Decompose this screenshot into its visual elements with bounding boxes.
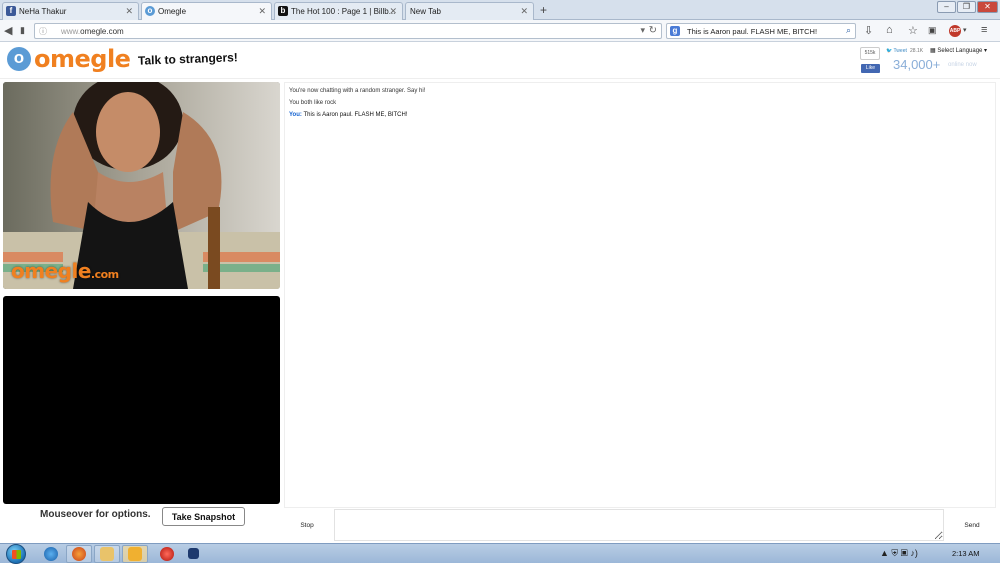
opera-icon[interactable] [160,547,174,561]
system-tray[interactable]: ▲ ⛨ ▣ ♪) [880,548,918,559]
online-count: 34,000+ [893,57,941,72]
bookmark-star-icon[interactable]: ☆ [908,24,918,37]
message-author: You: [289,112,302,118]
tweet-label: Tweet [893,48,907,54]
minimize-icon[interactable]: – [937,1,956,13]
window-controls: – ❐ ✕ [937,1,998,13]
omegle-icon: o [145,6,155,16]
search-icon[interactable]: ⌕ [846,25,851,36]
tab-title: The Hot 100 : Page 1 | Billb... [291,7,396,16]
page-info-icon[interactable]: ⓘ [39,26,47,37]
tab-new-tab[interactable]: New Tab ✕ [405,2,534,20]
chat-log: You're now chatting with a random strang… [284,82,996,508]
tab-hot-100[interactable]: b The Hot 100 : Page 1 | Billb... ✕ [274,2,403,20]
send-button[interactable]: Send [948,509,996,541]
browser-tab-strip: f NeHa Thakur ✕ o Omegle ✕ b The Hot 100… [0,0,1000,20]
bookmarks-menu-icon[interactable]: ▣ [928,25,937,36]
internet-explorer-icon[interactable] [44,547,58,561]
google-icon[interactable]: g [670,26,680,36]
photoshop-icon[interactable] [188,548,199,559]
windows-logo-icon [12,550,21,559]
watermark-tld: .com [90,268,119,281]
taskbar-media[interactable] [122,545,148,563]
online-label: online now [948,62,977,68]
close-tab-icon[interactable]: ✕ [258,6,266,17]
message-text: This is Aaron paul. FLASH ME, BITCH! [303,112,408,118]
new-tab-icon[interactable]: + [540,3,547,17]
close-tab-icon[interactable]: ✕ [389,6,397,17]
omegle-watermark: omegle.com [11,259,119,283]
reload-icon[interactable]: ↻ [649,25,657,36]
adblock-icon[interactable]: ABP [949,25,961,37]
back-icon[interactable]: ◀ [4,24,12,37]
stranger-video[interactable]: omegle.com [3,82,280,289]
url-prefix: www. [61,27,81,36]
folder-icon [100,547,114,561]
clock[interactable]: 2:13 AM [952,549,980,558]
watermark-word: omegle [11,259,91,283]
menu-icon[interactable]: ≡ [981,24,987,36]
windows-taskbar: ▲ ⛨ ▣ ♪) 2:13 AM [0,543,1000,564]
start-button[interactable] [6,544,26,564]
maximize-icon[interactable]: ❐ [957,1,976,13]
search-bar[interactable]: g This is Aaron paul. FLASH ME, BITCH! ⌕ [666,23,856,39]
tab-omegle[interactable]: o Omegle ✕ [141,2,272,20]
language-selector[interactable]: ▦ Select Language ▾ [930,47,987,54]
stop-button[interactable]: Stop [284,509,330,541]
omegle-logo-text[interactable]: omegle [34,45,131,73]
language-label: Select Language [937,48,983,54]
mouseover-hint: Mouseover for options. [40,509,151,520]
chat-input[interactable] [334,509,944,541]
browser-nav-bar: ◀ ▮ ⓘ www.omegle.com ▾ ↻ g This is Aaron… [0,20,1000,42]
facebook-icon: f [6,6,16,16]
omegle-logo-icon[interactable]: o [7,47,31,71]
chat-controls: Stop Send [284,509,996,543]
firefox-icon [72,547,86,561]
status-message: You both like rock [289,100,337,106]
url-bar[interactable]: ⓘ www.omegle.com ▾ ↻ [34,23,662,39]
url-dropdown-icon[interactable]: ▾ [640,25,645,36]
tab-title: New Tab [410,7,441,16]
url-domain: omegle.com [80,27,124,36]
media-player-icon [128,547,142,561]
omegle-header: o omegle Talk to strangers! 515k Like 🐦 … [0,43,1000,79]
tab-title: Omegle [158,7,187,16]
tweet-count: 28.1K [910,48,924,54]
facebook-like-button[interactable]: Like [861,64,880,73]
search-text: This is Aaron paul. FLASH ME, BITCH! [687,27,818,36]
self-video[interactable] [3,296,280,504]
tab-title: NeHa Thakur [19,7,67,16]
tab-neha-thakur[interactable]: f NeHa Thakur ✕ [2,2,139,20]
close-window-icon[interactable]: ✕ [977,1,998,13]
facebook-like-count: 515k [860,47,880,60]
downloads-icon[interactable]: ⇩ [864,24,873,37]
home-icon[interactable]: ⌂ [886,24,893,36]
adblock-dropdown-icon[interactable]: ▾ [963,26,967,34]
tagline: Talk to strangers! [137,50,239,68]
close-tab-icon[interactable]: ✕ [520,6,528,17]
take-snapshot-button[interactable]: Take Snapshot [162,507,245,526]
billboard-icon: b [278,6,288,16]
taskbar-firefox[interactable] [66,545,92,563]
taskbar-explorer[interactable] [94,545,120,563]
chat-message-you: You: This is Aaron paul. FLASH ME, BITCH… [289,112,991,118]
history-icon[interactable]: ▮ [20,25,25,36]
status-message: You're now chatting with a random strang… [289,88,426,94]
close-tab-icon[interactable]: ✕ [125,6,133,17]
stranger-video-frame [3,82,280,289]
tweet-button[interactable]: 🐦 Tweet [886,48,907,54]
